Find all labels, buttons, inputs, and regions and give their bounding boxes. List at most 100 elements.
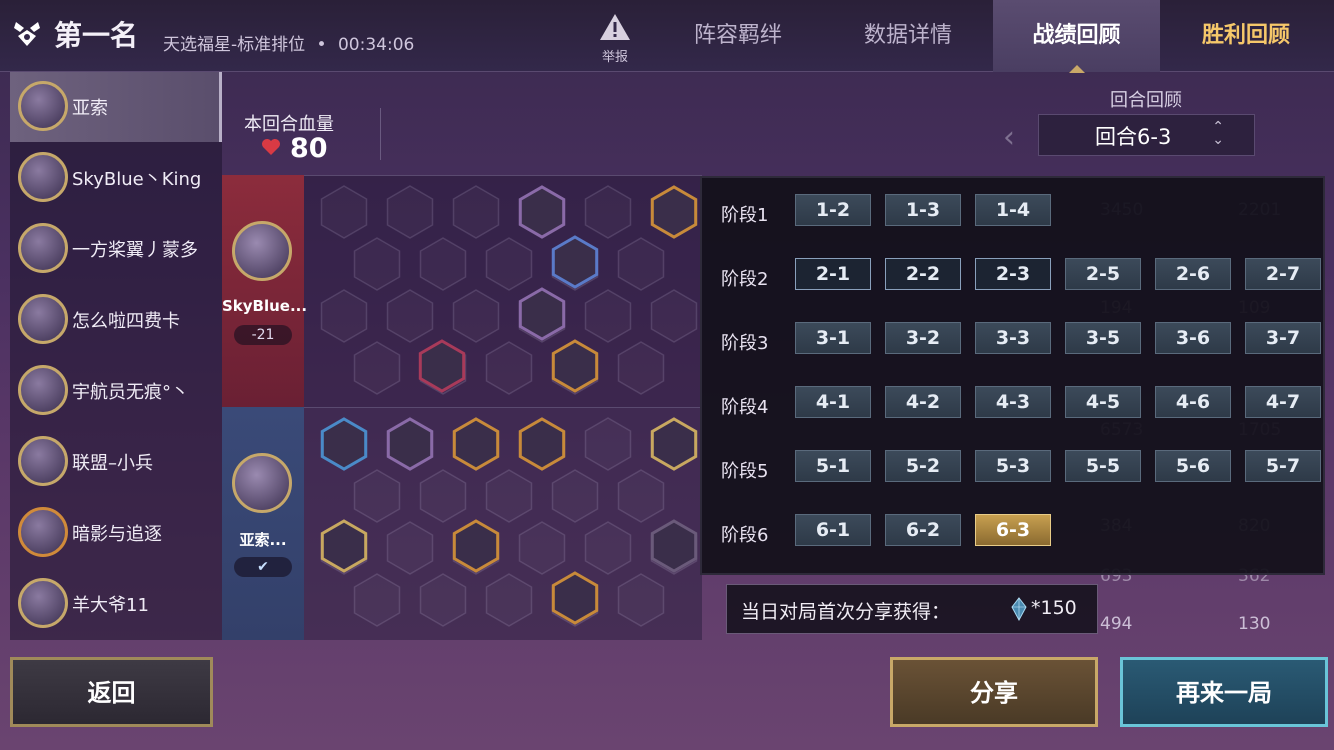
round-button[interactable]: 4-7 (1245, 386, 1321, 418)
share-reward-amount: *150 (1031, 597, 1077, 619)
self-side-panel: 亚索... ✔ (222, 407, 304, 640)
stage-label: 阶段6 (721, 525, 769, 546)
hex-cell (452, 289, 500, 343)
round-button[interactable]: 5-1 (795, 450, 871, 482)
tab-match-review[interactable]: 战绩回顾 (993, 0, 1160, 73)
champion-unit[interactable] (518, 185, 566, 239)
round-button[interactable]: 1-3 (885, 194, 961, 226)
hex-cell (320, 185, 368, 239)
round-button[interactable]: 2-1 (795, 258, 871, 290)
back-button[interactable]: 返回 (10, 657, 213, 727)
round-button[interactable]: 2-7 (1245, 258, 1321, 290)
avatar (18, 436, 68, 486)
avatar[interactable] (232, 453, 292, 513)
round-button[interactable]: 3-1 (795, 322, 871, 354)
champion-unit[interactable] (650, 185, 698, 239)
stage-row: 阶段1 1-2 1-3 1-4 (702, 194, 1327, 234)
avatar[interactable] (232, 221, 292, 281)
prev-round-arrow-icon[interactable]: ‹ (1003, 120, 1015, 155)
hex-cell (353, 237, 401, 291)
hex-cell (485, 573, 533, 627)
player-item-1[interactable]: SkyBlue丶King (10, 143, 222, 213)
tab-victory-review[interactable]: 胜利回顾 (1176, 0, 1316, 72)
round-button[interactable]: 4-3 (975, 386, 1051, 418)
report-button[interactable]: 举报 (596, 12, 634, 65)
round-button[interactable]: 1-2 (795, 194, 871, 226)
hex-cell (485, 237, 533, 291)
round-select-value: 回合6-3 (1095, 125, 1172, 149)
player-name: 一方桨翼丿蒙多 (72, 240, 198, 261)
stat-value: 494 (1100, 614, 1133, 634)
round-button[interactable]: 6-1 (795, 514, 871, 546)
champion-unit[interactable] (452, 417, 500, 471)
round-button[interactable]: 6-3 (975, 514, 1051, 546)
round-button[interactable]: 4-1 (795, 386, 871, 418)
hex-cell (452, 185, 500, 239)
player-item-5[interactable]: 联盟–小兵 (10, 427, 222, 497)
hex-cell (353, 469, 401, 523)
champion-unit[interactable] (452, 519, 500, 573)
tab-data-details[interactable]: 数据详情 (838, 0, 978, 72)
player-item-3[interactable]: 怎么啦四费卡 (10, 285, 222, 355)
champion-unit[interactable] (418, 339, 466, 393)
hex-cell (650, 289, 698, 343)
round-button[interactable]: 3-6 (1155, 322, 1231, 354)
round-button[interactable]: 5-5 (1065, 450, 1141, 482)
divider (380, 108, 381, 160)
heart-icon (262, 139, 280, 155)
hex-cell (617, 237, 665, 291)
player-name: 暗影与追逐 (72, 524, 162, 545)
player-item-6[interactable]: 暗影与追逐 (10, 498, 222, 568)
hex-cell (584, 521, 632, 575)
champion-unit[interactable] (650, 417, 698, 471)
player-item-0[interactable]: 亚索 (10, 72, 222, 142)
game-logo-icon (14, 22, 40, 46)
round-button[interactable]: 6-2 (885, 514, 961, 546)
player-list: 亚索 SkyBlue丶King 一方桨翼丿蒙多 怎么啦四费卡 宇航员无痕°丶 联… (10, 72, 222, 640)
round-button[interactable]: 2-2 (885, 258, 961, 290)
round-button[interactable]: 2-5 (1065, 258, 1141, 290)
round-button[interactable]: 2-3 (975, 258, 1051, 290)
champion-unit[interactable] (650, 519, 698, 573)
stage-row: 阶段2 2-1 2-2 2-3 2-5 2-6 2-7 (702, 258, 1327, 298)
round-hp-value: 80 (290, 133, 328, 164)
champion-unit[interactable] (518, 287, 566, 341)
tab-lineup-synergy[interactable]: 阵容羁绊 (668, 0, 808, 72)
round-button[interactable]: 4-5 (1065, 386, 1141, 418)
player-item-7[interactable]: 羊大爷11 (10, 569, 222, 639)
round-button[interactable]: 5-6 (1155, 450, 1231, 482)
stage-label: 阶段5 (721, 461, 769, 482)
gem-icon (1011, 597, 1027, 621)
champion-unit[interactable] (551, 571, 599, 625)
champion-unit[interactable] (518, 417, 566, 471)
hex-cell (584, 417, 632, 471)
round-button[interactable]: 2-6 (1155, 258, 1231, 290)
mode-label: 天选福星-标准排位 (163, 35, 306, 55)
round-button[interactable]: 3-3 (975, 322, 1051, 354)
round-button[interactable]: 5-7 (1245, 450, 1321, 482)
round-button[interactable]: 4-6 (1155, 386, 1231, 418)
round-button[interactable]: 5-3 (975, 450, 1051, 482)
hex-cell (485, 341, 533, 395)
round-button[interactable]: 1-4 (975, 194, 1051, 226)
round-button[interactable]: 4-2 (885, 386, 961, 418)
report-label: 举报 (601, 50, 628, 65)
share-reward-tip: 当日对局首次分享获得： *150 (726, 584, 1098, 634)
champion-unit[interactable] (320, 519, 368, 573)
hex-cell (353, 573, 401, 627)
player-item-4[interactable]: 宇航员无痕°丶 (10, 356, 222, 426)
round-button[interactable]: 3-5 (1065, 322, 1141, 354)
play-again-button[interactable]: 再来一局 (1120, 657, 1328, 727)
champion-unit[interactable] (386, 417, 434, 471)
round-button[interactable]: 3-7 (1245, 322, 1321, 354)
share-button[interactable]: 分享 (890, 657, 1098, 727)
stage-label: 阶段2 (721, 269, 769, 290)
champion-unit[interactable] (320, 417, 368, 471)
round-button[interactable]: 3-2 (885, 322, 961, 354)
hex-cell (386, 289, 434, 343)
round-select[interactable]: 回合6-3 ⌃ ⌄ (1038, 114, 1255, 156)
champion-unit[interactable] (551, 235, 599, 289)
round-button[interactable]: 5-2 (885, 450, 961, 482)
player-item-2[interactable]: 一方桨翼丿蒙多 (10, 214, 222, 284)
champion-unit[interactable] (551, 339, 599, 393)
